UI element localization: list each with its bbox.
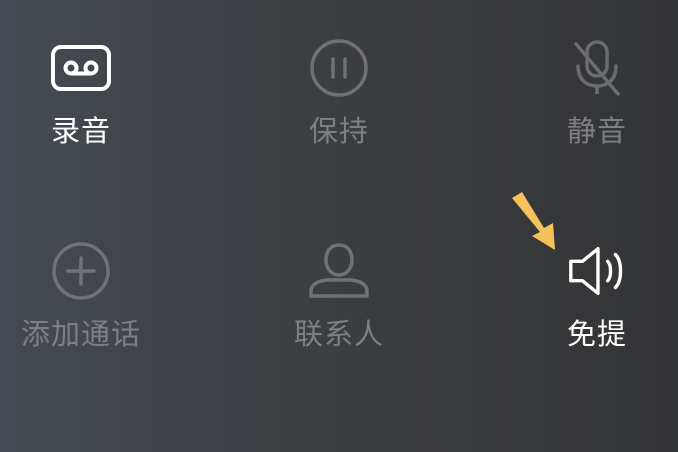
speaker-volume-icon bbox=[565, 239, 629, 303]
hold-label: 保持 bbox=[308, 114, 369, 148]
record-button[interactable]: 录音 bbox=[0, 36, 181, 186]
pause-circle-icon bbox=[307, 36, 371, 100]
mute-button[interactable]: 静音 bbox=[497, 36, 678, 186]
plus-circle-icon bbox=[49, 239, 113, 303]
record-label: 录音 bbox=[50, 114, 111, 148]
contacts-label: 联系人 bbox=[293, 317, 384, 351]
arrow-down-right-icon bbox=[508, 190, 560, 252]
microphone-off-icon bbox=[565, 36, 629, 100]
person-icon bbox=[307, 239, 371, 303]
speaker-label: 免提 bbox=[566, 317, 627, 351]
speaker-button[interactable]: 免提 bbox=[497, 239, 678, 389]
add-call-label: 添加通话 bbox=[20, 317, 141, 351]
cassette-tape-icon bbox=[49, 36, 113, 100]
hold-button[interactable]: 保持 bbox=[239, 36, 439, 186]
contacts-button[interactable]: 联系人 bbox=[239, 239, 439, 389]
mute-label: 静音 bbox=[566, 114, 627, 148]
add-call-button[interactable]: 添加通话 bbox=[0, 239, 181, 389]
call-controls-panel: 录音 保持 静音 添加通话 联系人 免提 bbox=[0, 0, 678, 452]
